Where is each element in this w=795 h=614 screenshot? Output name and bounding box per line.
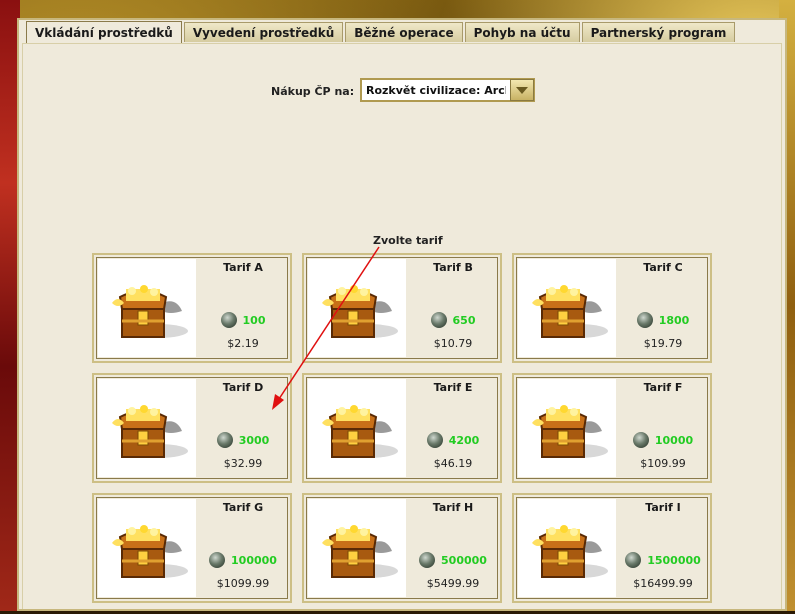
tariff-amount-value: 3000	[238, 434, 270, 447]
tariff-title: Tarif A	[223, 261, 263, 274]
coin-icon	[632, 432, 649, 448]
treasure-chest-icon	[518, 499, 616, 597]
treasure-chest-icon	[308, 379, 406, 477]
coin-icon	[426, 432, 443, 448]
tab-deposit[interactable]: Vkládání prostředků	[26, 21, 182, 44]
tariff-amount: 100000	[196, 552, 290, 569]
tab-withdraw[interactable]: Vyvedení prostředků	[183, 22, 344, 42]
tariff-price: $5499.99	[426, 577, 480, 590]
tariff-price: $46.19	[433, 457, 473, 470]
game-select[interactable]: Rozkvět civilizace: Archo	[360, 78, 535, 102]
tariff-amount: 650	[406, 312, 500, 329]
tariff-price: $16499.99	[633, 577, 693, 590]
tariff-title: Tarif E	[433, 381, 473, 394]
tariff-amount: 4200	[406, 432, 500, 449]
tariff-card[interactable]: Tarif E 4200 $46.19	[302, 373, 502, 483]
tariff-card[interactable]: Tarif F 10000 $109.99	[512, 373, 712, 483]
coin-icon	[216, 432, 233, 448]
tariff-amount-value: 500000	[441, 554, 487, 567]
tariff-amount-value: 4200	[448, 434, 480, 447]
treasure-chest-icon	[98, 499, 196, 597]
tariff-amount: 3000	[196, 432, 290, 449]
tariff-card[interactable]: Tarif C 1800 $19.79	[512, 253, 712, 363]
tariff-amount-value: 100000	[231, 554, 277, 567]
tariff-card[interactable]: Tarif B 650 $10.79	[302, 253, 502, 363]
coin-icon	[636, 312, 653, 328]
tariff-title: Tarif F	[643, 381, 683, 394]
tariff-price: $10.79	[433, 337, 473, 350]
treasure-chest-icon	[308, 259, 406, 357]
treasure-chest-icon	[518, 259, 616, 357]
tariff-amount-value: 1500000	[647, 554, 701, 567]
tariff-amount: 1500000	[616, 552, 710, 569]
tariff-title: Tarif D	[222, 381, 264, 394]
coin-icon	[419, 552, 436, 568]
treasure-chest-icon	[98, 259, 196, 357]
purchase-label: Nákup ČP na:	[271, 85, 355, 98]
coin-icon	[625, 552, 642, 568]
tariff-amount: 500000	[406, 552, 500, 569]
tariff-amount-value: 100	[242, 314, 266, 327]
tariff-price: $1099.99	[216, 577, 270, 590]
tariff-card[interactable]: Tarif H 500000 $5499.99	[302, 493, 502, 603]
tariff-title: Tarif I	[645, 501, 681, 514]
tab-account-history[interactable]: Pohyb na účtu	[464, 22, 580, 42]
tariff-amount-value: 10000	[654, 434, 694, 447]
tariff-amount: 10000	[616, 432, 710, 449]
chevron-down-icon[interactable]	[510, 79, 534, 101]
coin-icon	[220, 312, 237, 328]
tariff-price: $32.99	[223, 457, 263, 470]
coin-icon	[209, 552, 226, 568]
coin-icon	[430, 312, 447, 328]
tariff-amount: 1800	[616, 312, 710, 329]
tab-bar: Vkládání prostředků Vyvedení prostředků …	[26, 21, 737, 44]
game-select-value: Rozkvět civilizace: Archo	[366, 84, 506, 97]
tariff-title: Tarif B	[433, 261, 473, 274]
tariff-price: $109.99	[640, 457, 686, 470]
tariff-title: Tarif H	[432, 501, 474, 514]
treasure-chest-icon	[518, 379, 616, 477]
treasure-chest-icon	[98, 379, 196, 477]
tariff-amount: 100	[196, 312, 290, 329]
tariff-card[interactable]: Tarif D 3000 $32.99	[92, 373, 292, 483]
tariff-price: $2.19	[227, 337, 259, 350]
tariff-title: Tarif G	[222, 501, 264, 514]
tab-content: Nákup ČP na: Rozkvět civilizace: Archo Z…	[22, 43, 782, 609]
tab-operations[interactable]: Běžné operace	[345, 22, 463, 42]
treasure-chest-icon	[308, 499, 406, 597]
tariff-card[interactable]: Tarif A 100 $2.19	[92, 253, 292, 363]
tariff-price: $19.79	[643, 337, 683, 350]
tariff-title: Tarif C	[643, 261, 683, 274]
tariff-amount-value: 1800	[658, 314, 690, 327]
main-panel: Vkládání prostředků Vyvedení prostředků …	[17, 18, 787, 611]
tariff-card[interactable]: Tarif I 1500000 $16499.99	[512, 493, 712, 603]
choose-tariff-label: Zvolte tarif	[373, 234, 443, 247]
tariff-amount-value: 650	[452, 314, 476, 327]
tariff-card[interactable]: Tarif G 100000 $1099.99	[92, 493, 292, 603]
tab-partner-program[interactable]: Partnerský program	[581, 22, 736, 42]
